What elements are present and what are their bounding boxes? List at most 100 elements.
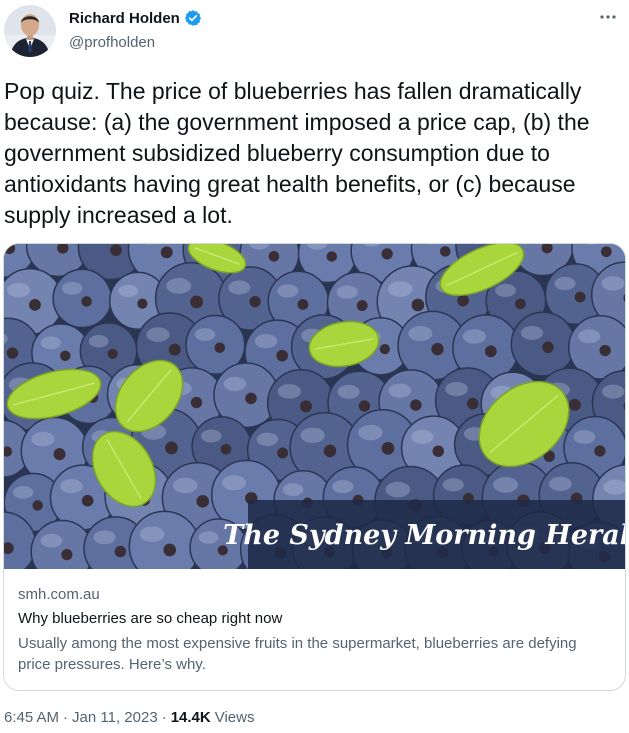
blueberry-highlight	[548, 476, 572, 492]
blueberry-highlight	[387, 281, 413, 297]
blueberry	[52, 268, 113, 329]
blueberry-crown	[356, 300, 368, 312]
blueberry-highlight	[31, 431, 55, 447]
blueberry-crown	[568, 398, 581, 411]
blueberry-highlight	[172, 477, 198, 494]
blueberry-highlight	[300, 427, 325, 443]
blueberry-highlight	[388, 383, 412, 398]
blueberry-crown	[297, 299, 309, 310]
blueberry-crown	[574, 291, 586, 303]
blueberry-highlight	[578, 329, 601, 344]
blueberry-highlight	[60, 479, 83, 494]
blueberry-crown	[220, 443, 232, 455]
blueberry-crown	[29, 298, 41, 311]
blueberry-crown	[81, 494, 94, 507]
blueberry-highlight	[118, 284, 139, 298]
card-image[interactable]: The Sydney Morning Herald	[4, 244, 625, 569]
tweet-text: Pop quiz. The price of blueberries has f…	[4, 78, 596, 228]
blueberry-crown	[466, 397, 479, 410]
blueberry-highlight	[256, 432, 279, 447]
meta-separator: ·	[63, 709, 69, 726]
blueberry-highlight	[40, 336, 61, 350]
blueberry-crown	[249, 295, 261, 308]
blueberry-highlight	[228, 280, 251, 295]
blueberry-highlight	[254, 334, 278, 349]
blueberry-crown	[323, 444, 337, 458]
tweet-date[interactable]: Jan 11, 2023	[72, 709, 158, 726]
blueberry-crown	[190, 295, 204, 309]
meta-separator: ·	[161, 709, 167, 726]
blueberry-crown	[168, 343, 181, 356]
blueberry-crown	[411, 298, 425, 312]
blueberry-crown	[110, 244, 122, 257]
blueberry-crown	[214, 342, 226, 354]
blueberry-crown	[594, 445, 606, 457]
blueberry-crown	[53, 448, 66, 461]
blueberry-crown	[542, 341, 554, 353]
blueberry-crown	[137, 298, 148, 309]
blueberry-highlight	[573, 430, 596, 444]
blueberry-crown	[163, 543, 177, 557]
blueberry-highlight	[88, 334, 109, 348]
card-domain: smh.com.au	[18, 586, 100, 603]
blueberry-crown	[196, 495, 210, 508]
blueberry-crown	[381, 442, 395, 455]
more-options-icon[interactable]	[597, 6, 619, 28]
blueberry-highlight	[495, 283, 516, 297]
blueberry-highlight	[601, 276, 625, 291]
blueberry-crown	[190, 396, 203, 409]
blueberry-highlight	[139, 526, 165, 542]
blueberries-photo: The Sydney Morning Herald	[4, 244, 625, 569]
blueberry-crown	[114, 545, 127, 558]
blueberry-highlight	[445, 381, 468, 397]
blueberry-crown	[61, 549, 73, 561]
blueberry-highlight	[93, 530, 116, 545]
blueberry-crown	[60, 350, 71, 362]
blueberry-crown	[245, 392, 257, 405]
blueberry-highlight	[200, 429, 222, 443]
blueberry-crown	[379, 344, 390, 355]
link-preview-card[interactable]: The Sydney Morning Herald smh.com.au Why…	[3, 243, 626, 691]
blueberry-highlight	[493, 476, 519, 493]
blueberry-highlight	[554, 276, 576, 291]
blueberry-crown	[484, 345, 497, 358]
blueberry-highlight	[385, 481, 411, 498]
avatar-photo-icon	[4, 5, 56, 57]
blueberry-highlight	[12, 485, 34, 499]
blueberry-crown	[6, 347, 19, 359]
display-name[interactable]: Richard Holden	[69, 10, 180, 27]
masthead-logo: The Sydney Morning Herald	[223, 520, 625, 551]
blueberry-crown	[299, 400, 312, 413]
blueberry-highlight	[277, 284, 299, 298]
blueberry-highlight	[337, 384, 360, 399]
blueberry-crown	[165, 441, 178, 455]
blueberry-highlight	[282, 483, 304, 497]
user-handle[interactable]: @profholden	[69, 34, 155, 51]
blueberry-crown	[160, 246, 173, 259]
blueberry-highlight	[520, 325, 544, 340]
blueberry-crown	[358, 400, 371, 412]
blueberry-highlight	[194, 328, 216, 342]
blueberry-crown	[381, 248, 393, 260]
blueberry-highlight	[408, 326, 433, 342]
blueberry-crown	[410, 399, 422, 411]
blueberry-crown	[599, 344, 611, 357]
blueberry-highlight	[442, 478, 464, 492]
blueberry-highlight	[61, 281, 83, 295]
tweet-meta: 6:45 AM · Jan 11, 2023 · 14.4K Views	[4, 709, 254, 726]
card-title: Why blueberries are so cheap right now	[18, 610, 283, 627]
blueberry-crown	[32, 500, 43, 511]
blueberry-highlight	[411, 429, 434, 444]
tweet-time[interactable]: 6:45 AM	[4, 709, 59, 726]
blueberry-crown	[277, 447, 289, 459]
avatar[interactable]	[4, 5, 56, 57]
blueberry-highlight	[358, 424, 383, 441]
blueberry-highlight	[462, 329, 486, 344]
views-count: 14.4K	[170, 709, 211, 726]
blueberry-crown	[515, 298, 526, 310]
blueberry-highlight	[602, 384, 625, 399]
blueberry-highlight	[166, 278, 192, 294]
views-label: Views	[214, 709, 255, 726]
name-row: Richard Holden	[69, 9, 202, 27]
blueberry-crown	[326, 251, 338, 262]
